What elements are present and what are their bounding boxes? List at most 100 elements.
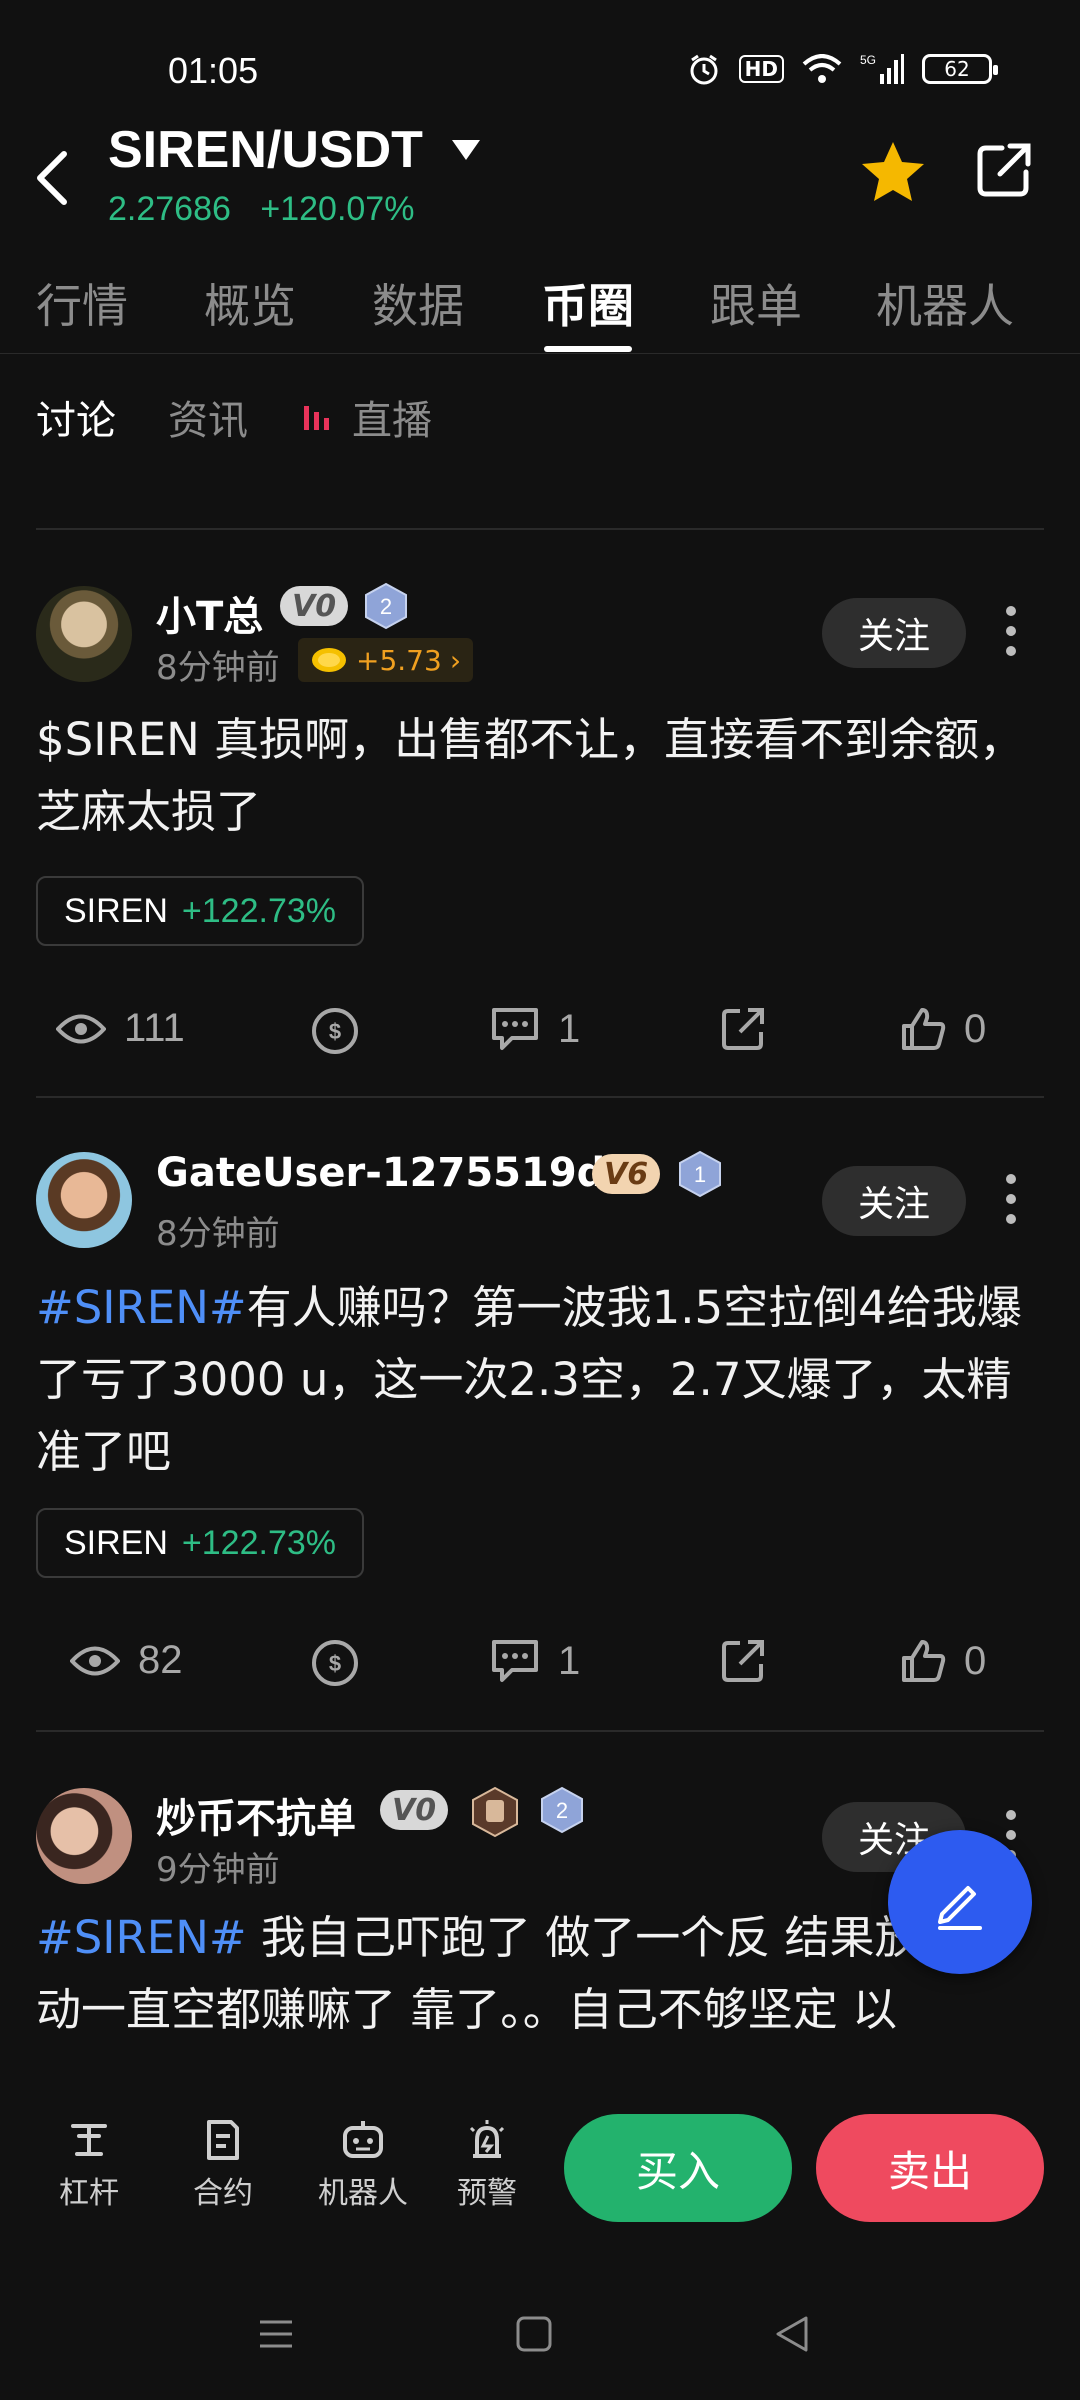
rank-hex-badge-icon: 1 bbox=[679, 1150, 721, 1198]
svg-text:$: $ bbox=[329, 1651, 341, 1676]
header: SIREN/USDT 2.27686 +120.07% bbox=[0, 120, 1080, 240]
more-options-icon[interactable] bbox=[1006, 1174, 1018, 1234]
alert-bell-icon bbox=[469, 2120, 505, 2158]
coin-icon bbox=[312, 648, 346, 672]
coin-reward: +5.73 bbox=[356, 643, 442, 677]
more-options-icon[interactable] bbox=[1006, 606, 1018, 666]
alarm-icon bbox=[690, 54, 718, 85]
contract-button[interactable]: 合约 bbox=[178, 2118, 268, 2212]
chevron-right-icon: › bbox=[449, 643, 462, 677]
signal-icon: 5G bbox=[860, 53, 904, 84]
status-icons: HD 5G 62 bbox=[687, 52, 998, 86]
rank-number: 1 bbox=[694, 1162, 706, 1187]
tab-overview[interactable]: 概览 bbox=[204, 270, 296, 336]
last-price: 2.27686 bbox=[108, 190, 231, 228]
coin-chip[interactable]: SIREN +122.73% bbox=[36, 876, 365, 946]
home-icon[interactable] bbox=[514, 2314, 554, 2354]
hashtag[interactable]: #SIREN# bbox=[36, 1911, 247, 1964]
alert-label: 预警 bbox=[457, 2176, 517, 2211]
thumbs-up-icon bbox=[902, 1008, 946, 1050]
wifi-icon bbox=[802, 54, 842, 83]
comment-action[interactable]: 1 bbox=[490, 1006, 580, 1052]
pen-icon bbox=[938, 1886, 982, 1930]
robot-button[interactable]: 机器人 bbox=[308, 2118, 418, 2212]
comment-action[interactable]: 1 bbox=[490, 1638, 580, 1684]
leverage-icon bbox=[71, 2124, 107, 2156]
divider bbox=[36, 1096, 1044, 1098]
active-tab-indicator bbox=[544, 346, 632, 352]
alert-button[interactable]: 预警 bbox=[442, 2118, 532, 2212]
avatar[interactable] bbox=[36, 1788, 132, 1884]
post-time: 8分钟前 bbox=[156, 1214, 280, 1254]
share-action[interactable] bbox=[720, 1638, 766, 1684]
eye-icon bbox=[70, 1646, 120, 1675]
bottom-action-bar: 杠杆 合约 机器人 预警 买入 卖出 bbox=[0, 2072, 1080, 2272]
back-arrow-icon[interactable] bbox=[34, 150, 70, 206]
favorite-star-icon[interactable] bbox=[860, 140, 926, 204]
hd-icon: HD bbox=[738, 55, 784, 83]
caret-down-icon[interactable] bbox=[452, 140, 480, 162]
avatar[interactable] bbox=[36, 1152, 132, 1248]
subtab-live[interactable]: 直播 bbox=[352, 388, 432, 446]
tab-coin-circle[interactable]: 币圈 bbox=[542, 270, 634, 336]
divider bbox=[36, 1730, 1044, 1732]
tab-robot[interactable]: 机器人 bbox=[876, 270, 1014, 336]
robot-icon bbox=[343, 2121, 383, 2158]
back-triangle-icon[interactable] bbox=[772, 2314, 812, 2354]
username[interactable]: GateUser-1275519d bbox=[156, 1150, 605, 1196]
buy-button[interactable]: 买入 bbox=[564, 2114, 792, 2222]
post-text[interactable]: $SIREN 真损啊，出售都不让，直接看不到余额，芝麻太损了 bbox=[36, 704, 1046, 848]
coin-reward-pill[interactable]: +5.73 › bbox=[298, 638, 474, 682]
subtab-news[interactable]: 资讯 bbox=[168, 388, 248, 446]
scroll-hex-badge-icon bbox=[472, 1786, 518, 1838]
likes-count: 0 bbox=[964, 1638, 987, 1683]
eye-icon bbox=[56, 1014, 106, 1043]
pair-title[interactable]: SIREN/USDT bbox=[108, 120, 423, 180]
tip-coin-icon: $ bbox=[312, 1008, 358, 1054]
leverage-button[interactable]: 杠杆 bbox=[44, 2118, 134, 2212]
views-count: 111 bbox=[124, 1006, 185, 1050]
tip-coin-icon: $ bbox=[312, 1640, 358, 1686]
tab-copy-trading[interactable]: 跟单 bbox=[710, 270, 802, 336]
like-action[interactable]: 0 bbox=[900, 1638, 986, 1684]
comments-count: 1 bbox=[558, 1638, 581, 1683]
follow-button[interactable]: 关注 bbox=[822, 598, 966, 668]
sub-tabs: 讨论 资讯 直播 bbox=[0, 388, 1080, 448]
tab-market[interactable]: 行情 bbox=[36, 270, 128, 336]
subtab-discussion[interactable]: 讨论 bbox=[36, 388, 116, 446]
contract-label: 合约 bbox=[193, 2176, 253, 2211]
vip-level-badge: V0 bbox=[380, 1790, 449, 1830]
username[interactable]: 小T总 bbox=[156, 584, 263, 642]
status-bar: 01:05 HD 5G 62 bbox=[0, 0, 1080, 130]
rank-hex-badge-icon: 2 bbox=[365, 582, 407, 630]
tip-action[interactable]: $ bbox=[310, 1638, 360, 1688]
chip-symbol: SIREN bbox=[64, 1523, 168, 1562]
thumbs-up-icon bbox=[902, 1640, 946, 1682]
sell-button[interactable]: 卖出 bbox=[816, 2114, 1044, 2222]
avatar[interactable] bbox=[36, 586, 132, 682]
tip-action[interactable]: $ bbox=[310, 1006, 360, 1056]
divider bbox=[36, 528, 1044, 530]
chip-change: +122.73% bbox=[181, 891, 337, 930]
coin-chip[interactable]: SIREN +122.73% bbox=[36, 1508, 365, 1578]
tab-data[interactable]: 数据 bbox=[372, 270, 464, 336]
post-text[interactable]: #SIREN#有人赚吗？第一波我1.5空拉倒4给我爆了亏了3000 u，这一次2… bbox=[36, 1272, 1046, 1488]
views-count: 82 bbox=[138, 1638, 183, 1682]
likes-count: 0 bbox=[964, 1006, 987, 1051]
rank-number: 2 bbox=[556, 1798, 568, 1823]
share-icon[interactable] bbox=[976, 142, 1032, 198]
share-action[interactable] bbox=[720, 1006, 766, 1052]
like-action[interactable]: 0 bbox=[900, 1006, 986, 1052]
system-nav-bar bbox=[0, 2272, 1080, 2400]
hashtag[interactable]: #SIREN# bbox=[36, 1281, 247, 1334]
svg-text:5G: 5G bbox=[860, 53, 876, 67]
post-actions: 82 $ 1 0 bbox=[0, 1638, 1080, 1698]
post-time: 8分钟前 bbox=[156, 648, 280, 688]
views-action: 82 bbox=[70, 1638, 183, 1683]
vip-level-badge: V0 bbox=[280, 586, 349, 626]
username[interactable]: 炒币不抗单 bbox=[156, 1786, 356, 1844]
menu-icon[interactable] bbox=[256, 2314, 296, 2354]
post-actions: 111 $ 1 0 bbox=[0, 1006, 1080, 1066]
compose-post-button[interactable] bbox=[888, 1830, 1032, 1974]
follow-button[interactable]: 关注 bbox=[822, 1166, 966, 1236]
